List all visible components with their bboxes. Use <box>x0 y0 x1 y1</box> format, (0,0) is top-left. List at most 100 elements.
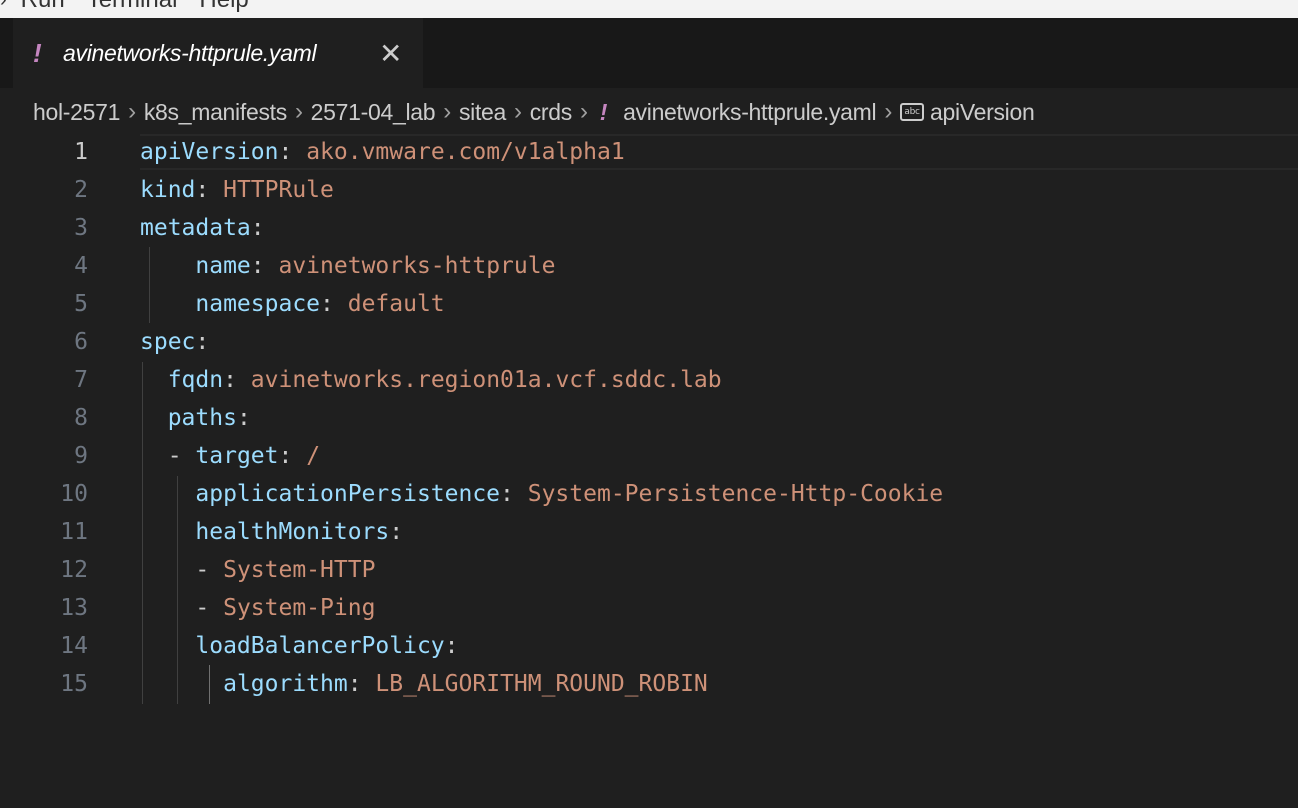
chevron-right-icon: › <box>580 98 588 125</box>
code-key: algorithm <box>223 671 348 697</box>
code-key: spec <box>140 329 196 355</box>
line-number: 4 <box>74 253 88 279</box>
chevron-right-icon: › <box>884 98 893 125</box>
tab-label: avinetworks-httprule.yaml <box>63 39 317 66</box>
yaml-exclamation-icon: ! <box>33 37 42 68</box>
breadcrumb-item-2571-04-lab[interactable]: 2571-04_lab <box>311 99 436 126</box>
chevron-right-icon: › <box>128 98 136 125</box>
tab-avinetworks-httprule[interactable]: ! avinetworks-httprule.yaml ✕ <box>13 18 423 88</box>
menu-terminal[interactable]: Terminal <box>87 0 178 14</box>
breadcrumb-item-symbol[interactable]: apiVersion <box>930 99 1035 126</box>
code-key: namespace <box>195 291 321 317</box>
code-colon: : <box>236 405 251 431</box>
code-value: avinetworks.region01a.vcf.sddc.lab <box>236 367 722 393</box>
code-colon: : <box>500 481 514 507</box>
code-editor[interactable]: 1 apiVersion: ako.vmware.com/v1alpha1 2 kin… <box>0 133 1298 808</box>
string-symbol-icon: abc <box>900 103 925 121</box>
code-text: applicationPersistence: System-Persisten… <box>140 475 943 513</box>
code-key: applicationPersistence <box>195 481 501 507</box>
breadcrumb-item-sitea[interactable]: sitea <box>459 99 506 126</box>
code-key: metadata <box>140 215 251 241</box>
code-value: / <box>292 443 321 469</box>
code-value: System-Ping <box>223 595 376 621</box>
breadcrumb: hol-2571 › k8s_manifests › 2571-04_lab ›… <box>33 92 1035 132</box>
code-value: avinetworks-httprule <box>264 253 556 279</box>
breadcrumb-item-crds[interactable]: crds <box>530 99 573 126</box>
line-number: 3 <box>74 215 88 241</box>
editor-tab-bar: ! avinetworks-httprule.yaml ✕ <box>0 18 1298 88</box>
code-key: name <box>195 253 251 279</box>
code-value: System-Persistence-Http-Cookie <box>513 481 944 507</box>
code-key: loadBalancerPolicy <box>195 633 445 659</box>
line-number: 13 <box>60 595 88 621</box>
code-key: paths <box>167 405 237 431</box>
code-text: - target: / <box>140 437 320 475</box>
chevron-right-icon: › <box>294 98 303 125</box>
code-text: name: avinetworks-httprule <box>140 247 555 285</box>
code-text: algorithm: LB_ALGORITHM_ROUND_ROBIN <box>140 665 708 703</box>
breadcrumb-item-file[interactable]: avinetworks-httprule.yaml <box>623 99 877 126</box>
menu-help[interactable]: Help <box>199 0 248 14</box>
code-text: metadata: <box>140 209 265 247</box>
code-text: paths: <box>140 399 251 437</box>
code-value: System-HTTP <box>223 557 376 583</box>
line-number: 2 <box>74 177 88 203</box>
code-text: spec: <box>140 323 209 361</box>
code-key: target <box>195 443 279 469</box>
code-text: healthMonitors: <box>140 513 403 551</box>
line-number: 6 <box>74 329 88 355</box>
chevron-right-icon: › <box>514 98 522 125</box>
chevron-right-icon: › <box>443 98 451 125</box>
line-number: 10 <box>60 481 88 507</box>
code-key: kind <box>140 177 196 203</box>
line-number: 12 <box>60 557 88 583</box>
yaml-exclamation-icon: ! <box>599 98 608 125</box>
breadcrumb-item-k8s-manifests[interactable]: k8s_manifests <box>144 99 287 126</box>
line-number: 15 <box>60 671 88 697</box>
code-colon: : <box>250 253 265 279</box>
code-colon: : <box>195 177 210 203</box>
code-colon: : <box>347 671 362 697</box>
code-text: namespace: default <box>140 285 445 323</box>
code-colon: : <box>278 139 293 165</box>
code-text: - System-Ping <box>140 589 375 627</box>
code-colon: : <box>250 215 265 241</box>
code-text: loadBalancerPolicy: <box>140 627 459 665</box>
close-icon[interactable]: ✕ <box>379 37 402 70</box>
code-value: ako.vmware.com/v1alpha1 <box>292 139 625 165</box>
code-key: healthMonitors <box>195 519 390 545</box>
code-value: HTTPRule <box>209 177 334 203</box>
line-number: 5 <box>74 291 88 317</box>
menu-bar: › Run Terminal Help <box>0 0 1298 18</box>
menu-run[interactable]: Run <box>21 0 65 14</box>
code-colon: : <box>223 367 237 393</box>
code-colon: : <box>278 443 293 469</box>
code-colon: : <box>195 329 210 355</box>
line-number: 7 <box>74 367 88 393</box>
code-value: LB_ALGORITHM_ROUND_ROBIN <box>361 671 708 697</box>
chevron-right-icon[interactable]: › <box>0 0 7 12</box>
code-text: - System-HTTP <box>140 551 375 589</box>
code-colon: : <box>444 633 459 659</box>
code-text: apiVersion: ako.vmware.com/v1alpha1 <box>140 133 625 171</box>
code-key: fqdn <box>167 367 224 393</box>
line-number: 1 <box>74 139 88 165</box>
code-dash: - <box>195 595 224 621</box>
breadcrumb-item-hol-2571[interactable]: hol-2571 <box>33 99 120 126</box>
line-number: 14 <box>60 633 88 659</box>
code-value: default <box>333 291 445 317</box>
code-colon: : <box>320 291 334 317</box>
code-dash: - <box>167 443 196 469</box>
line-number: 11 <box>60 519 88 545</box>
line-number: 8 <box>74 405 88 431</box>
